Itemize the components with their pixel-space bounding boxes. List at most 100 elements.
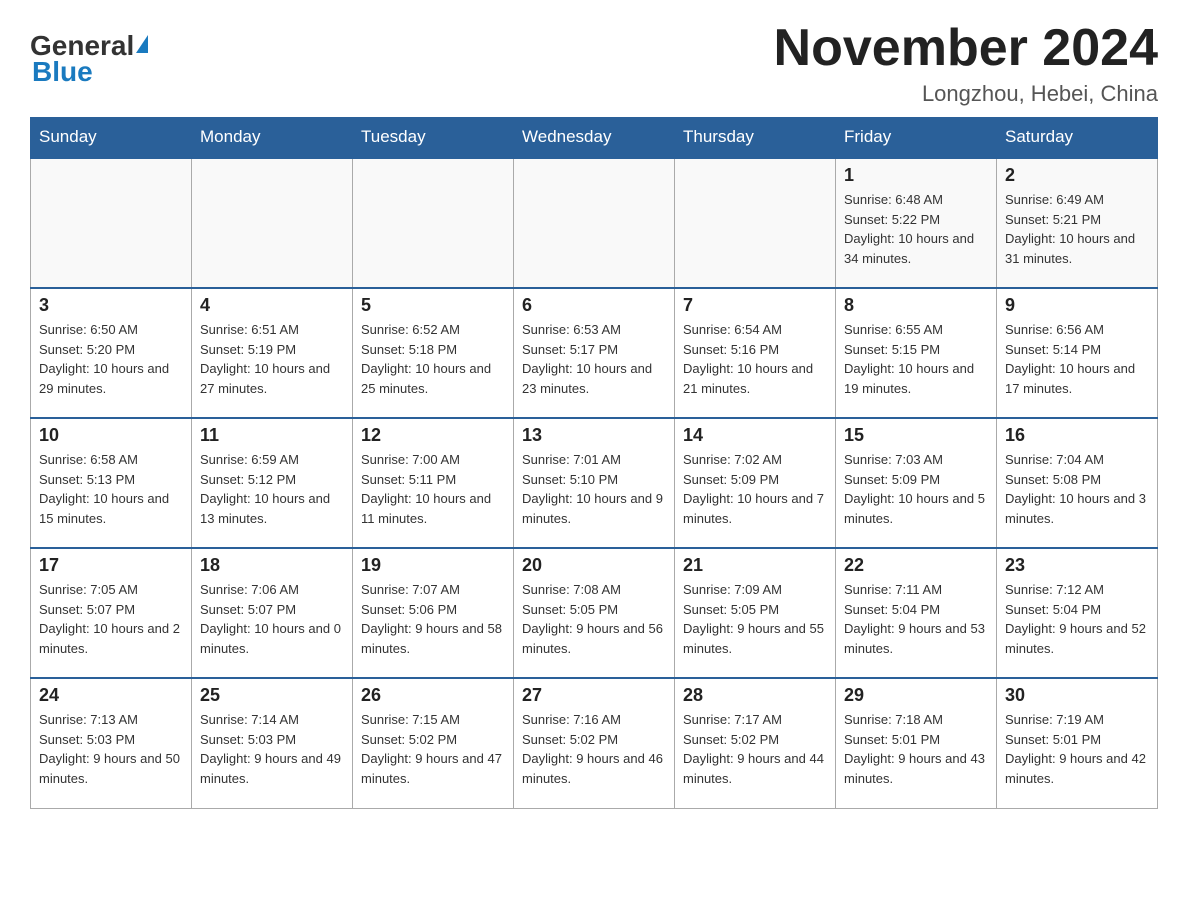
day-info: Sunrise: 6:55 AMSunset: 5:15 PMDaylight:… (844, 320, 988, 398)
calendar-cell: 21Sunrise: 7:09 AMSunset: 5:05 PMDayligh… (675, 548, 836, 678)
day-number: 13 (522, 425, 666, 446)
day-number: 18 (200, 555, 344, 576)
day-info: Sunrise: 6:52 AMSunset: 5:18 PMDaylight:… (361, 320, 505, 398)
calendar-cell: 15 Sunrise: 7:03 AMSunset: 5:09 PMDayligh… (836, 418, 997, 548)
day-info: Sunrise: 7:18 AMSunset: 5:01 PMDaylight:… (844, 710, 988, 788)
day-number: 16 (1005, 425, 1149, 446)
day-number: 2 (1005, 165, 1149, 186)
calendar-cell: 5 Sunrise: 6:52 AMSunset: 5:18 PMDaylight… (353, 288, 514, 418)
day-info: Sunrise: 7:02 AMSunset: 5:09 PMDaylight:… (683, 450, 827, 528)
day-info: Sunrise: 7:16 AMSunset: 5:02 PMDaylight:… (522, 710, 666, 788)
day-number: 10 (39, 425, 183, 446)
calendar-cell: 1 Sunrise: 6:48 AMSunset: 5:22 PMDaylight… (836, 158, 997, 288)
day-number: 8 (844, 295, 988, 316)
day-info: Sunrise: 7:19 AMSunset: 5:01 PMDaylight:… (1005, 710, 1149, 788)
calendar-cell: 14Sunrise: 7:02 AMSunset: 5:09 PMDayligh… (675, 418, 836, 548)
calendar-week-row: 17 Sunrise: 7:05 AMSunset: 5:07 PMDayligh… (31, 548, 1158, 678)
day-number: 28 (683, 685, 827, 706)
day-info: Sunrise: 7:12 AMSunset: 5:04 PMDaylight:… (1005, 580, 1149, 658)
calendar-cell: 7Sunrise: 6:54 AMSunset: 5:16 PMDaylight… (675, 288, 836, 418)
calendar-cell: 23 Sunrise: 7:12 AMSunset: 5:04 PMDayligh… (997, 548, 1158, 678)
calendar-cell: 9Sunrise: 6:56 AMSunset: 5:14 PMDaylight… (997, 288, 1158, 418)
day-info: Sunrise: 6:49 AMSunset: 5:21 PMDaylight:… (1005, 190, 1149, 268)
logo-blue-text: Blue (32, 56, 93, 88)
day-number: 19 (361, 555, 505, 576)
day-number: 15 (844, 425, 988, 446)
day-number: 20 (522, 555, 666, 576)
calendar-cell: 6 Sunrise: 6:53 AMSunset: 5:17 PMDaylight… (514, 288, 675, 418)
day-info: Sunrise: 6:54 AMSunset: 5:16 PMDaylight:… (683, 320, 827, 398)
title-section: November 2024 Longzhou, Hebei, China (774, 20, 1158, 107)
location-text: Longzhou, Hebei, China (774, 81, 1158, 107)
day-info: Sunrise: 6:51 AMSunset: 5:19 PMDaylight:… (200, 320, 344, 398)
calendar-cell (353, 158, 514, 288)
weekday-header: Tuesday (353, 117, 514, 158)
day-info: Sunrise: 7:15 AMSunset: 5:02 PMDaylight:… (361, 710, 505, 788)
calendar-week-row: 10 Sunrise: 6:58 AMSunset: 5:13 PMDayligh… (31, 418, 1158, 548)
day-number: 23 (1005, 555, 1149, 576)
calendar-cell: 3Sunrise: 6:50 AMSunset: 5:20 PMDaylight… (31, 288, 192, 418)
calendar-week-row: 1 Sunrise: 6:48 AMSunset: 5:22 PMDaylight… (31, 158, 1158, 288)
calendar-cell (675, 158, 836, 288)
day-number: 25 (200, 685, 344, 706)
day-info: Sunrise: 7:01 AMSunset: 5:10 PMDaylight:… (522, 450, 666, 528)
day-info: Sunrise: 7:09 AMSunset: 5:05 PMDaylight:… (683, 580, 827, 658)
month-title: November 2024 (774, 20, 1158, 77)
day-number: 17 (39, 555, 183, 576)
day-number: 22 (844, 555, 988, 576)
calendar-cell: 18 Sunrise: 7:06 AMSunset: 5:07 PMDayligh… (192, 548, 353, 678)
calendar-week-row: 3Sunrise: 6:50 AMSunset: 5:20 PMDaylight… (31, 288, 1158, 418)
day-info: Sunrise: 7:03 AMSunset: 5:09 PMDaylight:… (844, 450, 988, 528)
calendar-cell: 17 Sunrise: 7:05 AMSunset: 5:07 PMDayligh… (31, 548, 192, 678)
day-info: Sunrise: 7:05 AMSunset: 5:07 PMDaylight:… (39, 580, 183, 658)
day-info: Sunrise: 7:00 AMSunset: 5:11 PMDaylight:… (361, 450, 505, 528)
day-info: Sunrise: 6:48 AMSunset: 5:22 PMDaylight:… (844, 190, 988, 268)
day-info: Sunrise: 7:07 AMSunset: 5:06 PMDaylight:… (361, 580, 505, 658)
day-info: Sunrise: 6:59 AMSunset: 5:12 PMDaylight:… (200, 450, 344, 528)
day-number: 11 (200, 425, 344, 446)
calendar-cell: 24Sunrise: 7:13 AMSunset: 5:03 PMDayligh… (31, 678, 192, 808)
calendar-cell: 27 Sunrise: 7:16 AMSunset: 5:02 PMDayligh… (514, 678, 675, 808)
calendar-cell: 4 Sunrise: 6:51 AMSunset: 5:19 PMDaylight… (192, 288, 353, 418)
calendar-cell: 11 Sunrise: 6:59 AMSunset: 5:12 PMDayligh… (192, 418, 353, 548)
day-number: 29 (844, 685, 988, 706)
calendar-cell: 10 Sunrise: 6:58 AMSunset: 5:13 PMDayligh… (31, 418, 192, 548)
day-number: 26 (361, 685, 505, 706)
calendar-cell: 26 Sunrise: 7:15 AMSunset: 5:02 PMDayligh… (353, 678, 514, 808)
day-number: 24 (39, 685, 183, 706)
calendar-cell: 19 Sunrise: 7:07 AMSunset: 5:06 PMDayligh… (353, 548, 514, 678)
day-info: Sunrise: 6:53 AMSunset: 5:17 PMDaylight:… (522, 320, 666, 398)
weekday-header: Sunday (31, 117, 192, 158)
day-info: Sunrise: 6:56 AMSunset: 5:14 PMDaylight:… (1005, 320, 1149, 398)
day-number: 30 (1005, 685, 1149, 706)
calendar-week-row: 24Sunrise: 7:13 AMSunset: 5:03 PMDayligh… (31, 678, 1158, 808)
calendar-cell (31, 158, 192, 288)
calendar-cell: 20Sunrise: 7:08 AMSunset: 5:05 PMDayligh… (514, 548, 675, 678)
weekday-header: Monday (192, 117, 353, 158)
calendar-table: SundayMondayTuesdayWednesdayThursdayFrid… (30, 117, 1158, 809)
day-info: Sunrise: 7:04 AMSunset: 5:08 PMDaylight:… (1005, 450, 1149, 528)
day-number: 1 (844, 165, 988, 186)
day-number: 3 (39, 295, 183, 316)
day-info: Sunrise: 7:11 AMSunset: 5:04 PMDaylight:… (844, 580, 988, 658)
day-number: 27 (522, 685, 666, 706)
weekday-header-row: SundayMondayTuesdayWednesdayThursdayFrid… (31, 117, 1158, 158)
day-info: Sunrise: 6:58 AMSunset: 5:13 PMDaylight:… (39, 450, 183, 528)
day-info: Sunrise: 7:17 AMSunset: 5:02 PMDaylight:… (683, 710, 827, 788)
calendar-cell: 30 Sunrise: 7:19 AMSunset: 5:01 PMDayligh… (997, 678, 1158, 808)
calendar-cell: 2 Sunrise: 6:49 AMSunset: 5:21 PMDaylight… (997, 158, 1158, 288)
weekday-header: Friday (836, 117, 997, 158)
calendar-cell (192, 158, 353, 288)
day-number: 6 (522, 295, 666, 316)
calendar-cell (514, 158, 675, 288)
calendar-cell: 28 Sunrise: 7:17 AMSunset: 5:02 PMDayligh… (675, 678, 836, 808)
day-number: 5 (361, 295, 505, 316)
day-number: 12 (361, 425, 505, 446)
day-number: 4 (200, 295, 344, 316)
day-info: Sunrise: 7:14 AMSunset: 5:03 PMDaylight:… (200, 710, 344, 788)
day-info: Sunrise: 7:06 AMSunset: 5:07 PMDaylight:… (200, 580, 344, 658)
weekday-header: Thursday (675, 117, 836, 158)
calendar-cell: 29 Sunrise: 7:18 AMSunset: 5:01 PMDayligh… (836, 678, 997, 808)
weekday-header: Saturday (997, 117, 1158, 158)
page-header: General Blue November 2024 Longzhou, Heb… (30, 20, 1158, 107)
